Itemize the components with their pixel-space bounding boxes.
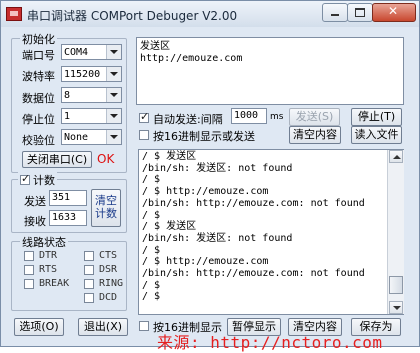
- ring-label: RING: [99, 278, 124, 289]
- log-line: / $ http://emouze.com: [142, 186, 269, 198]
- data-bits-label: 数据位: [22, 92, 55, 105]
- hex-send-checkbox[interactable]: [139, 130, 149, 140]
- chevron-down-icon[interactable]: [106, 88, 121, 102]
- cts-indicator: [84, 251, 94, 261]
- send-text-line: 发送区: [140, 41, 170, 52]
- log-line: / $ http://emouze.com: [142, 256, 269, 268]
- baud-value: 115200: [64, 69, 101, 80]
- line-status-title: 线路状态: [20, 234, 68, 250]
- scroll-thumb[interactable]: [389, 276, 403, 294]
- exit-button[interactable]: 退出(X): [78, 318, 128, 336]
- log-line: /bin/sh: http://emouze.com: not found: [142, 268, 365, 280]
- watermark-text: 来源: http://nctoro.com: [157, 333, 383, 352]
- count-title-text: 计数: [33, 174, 55, 187]
- port-select[interactable]: COM4: [61, 44, 122, 60]
- data-bits-select[interactable]: 8: [61, 87, 122, 103]
- ring-indicator: [84, 279, 94, 289]
- scroll-up-icon[interactable]: [389, 150, 403, 163]
- log-line: / $: [142, 291, 161, 303]
- hex-display-checkbox[interactable]: [139, 321, 149, 331]
- parity-value: None: [64, 132, 89, 143]
- window-title: 串口调试器 COMPort Debuger V2.00: [27, 9, 238, 23]
- options-button[interactable]: 选项(O): [14, 318, 64, 336]
- app-icon: [6, 7, 22, 21]
- minimize-button[interactable]: [322, 3, 348, 22]
- app-window: 串口调试器 COMPort Debuger V2.00 初始化 端口号 COM4…: [0, 0, 420, 352]
- log-line: /bin/sh: 发送区: not found: [142, 232, 293, 244]
- parity-label: 校验位: [22, 134, 55, 147]
- stop-bits-select[interactable]: 1: [61, 108, 122, 124]
- send-button[interactable]: 发送(S): [289, 108, 340, 126]
- dtr-indicator: [24, 251, 34, 261]
- clear-count-label: 清空计数: [95, 194, 117, 220]
- chevron-down-icon[interactable]: [106, 67, 121, 81]
- count-group-title: 计数: [18, 172, 57, 188]
- parity-select[interactable]: None: [61, 129, 122, 145]
- interval-field[interactable]: 1000: [231, 108, 267, 124]
- send-count-field[interactable]: 351: [49, 190, 87, 206]
- recv-count-field[interactable]: 1633: [49, 210, 87, 226]
- dsr-label: DSR: [99, 264, 118, 275]
- data-bits-value: 8: [64, 90, 71, 101]
- rts-label: RTS: [39, 264, 58, 275]
- log-line: / $ 发送区: [142, 151, 197, 162]
- init-group-title: 初始化: [20, 31, 57, 47]
- dcd-indicator: [84, 293, 94, 303]
- send-text-line: http://emouze.com: [140, 53, 243, 64]
- send-count-label: 发送: [24, 195, 46, 208]
- log-line: / $ 发送区: [142, 221, 197, 233]
- baud-select[interactable]: 115200: [61, 66, 122, 82]
- log-line: / $: [142, 174, 161, 186]
- chevron-down-icon[interactable]: [106, 130, 121, 144]
- log-scrollbar[interactable]: [387, 150, 404, 314]
- receive-log[interactable]: / $ 发送区 /bin/sh: 发送区: not found / $ / $ …: [138, 149, 404, 315]
- log-line: /bin/sh: 发送区: not found: [142, 162, 293, 174]
- title-bar[interactable]: 串口调试器 COMPort Debuger V2.00: [1, 1, 419, 27]
- port-value: COM4: [64, 47, 89, 58]
- rts-indicator: [24, 265, 34, 275]
- scroll-down-icon[interactable]: [389, 301, 403, 314]
- send-textarea[interactable]: 发送区 http://emouze.com: [136, 37, 404, 105]
- stop-button[interactable]: 停止(T): [351, 108, 402, 126]
- log-line: /bin/sh: http://emouze.com: not found: [142, 197, 365, 209]
- clear-send-button[interactable]: 清空内容: [289, 126, 341, 144]
- close-port-button[interactable]: 关闭串口(C): [22, 151, 92, 168]
- stop-bits-value: 1: [64, 111, 71, 122]
- maximize-button[interactable]: [347, 3, 373, 22]
- interval-unit: ms: [270, 112, 284, 122]
- chevron-down-icon[interactable]: [106, 109, 121, 123]
- auto-send-label: 自动发送:间隔: [153, 113, 223, 126]
- break-indicator: [24, 279, 34, 289]
- read-file-button[interactable]: 读入文件: [351, 126, 402, 144]
- hex-send-label: 按16进制显示或发送: [153, 130, 255, 143]
- close-window-button[interactable]: [372, 3, 416, 22]
- log-line: / $: [142, 244, 161, 256]
- dcd-label: DCD: [99, 292, 118, 303]
- cts-label: CTS: [99, 250, 118, 261]
- auto-send-checkbox[interactable]: [139, 110, 149, 123]
- stop-bits-label: 停止位: [22, 113, 55, 126]
- port-status: OK: [97, 152, 115, 166]
- port-label: 端口号: [22, 49, 55, 62]
- dsr-indicator: [84, 265, 94, 275]
- clear-count-button[interactable]: 清空计数: [91, 189, 121, 227]
- log-line: / $: [142, 279, 161, 291]
- log-line: / $: [142, 209, 161, 221]
- count-checkbox[interactable]: [20, 172, 30, 185]
- chevron-down-icon[interactable]: [106, 45, 121, 59]
- break-label: BREAK: [39, 278, 70, 289]
- recv-count-label: 接收: [24, 215, 46, 228]
- baud-label: 波特率: [22, 70, 55, 83]
- dtr-label: DTR: [39, 250, 58, 261]
